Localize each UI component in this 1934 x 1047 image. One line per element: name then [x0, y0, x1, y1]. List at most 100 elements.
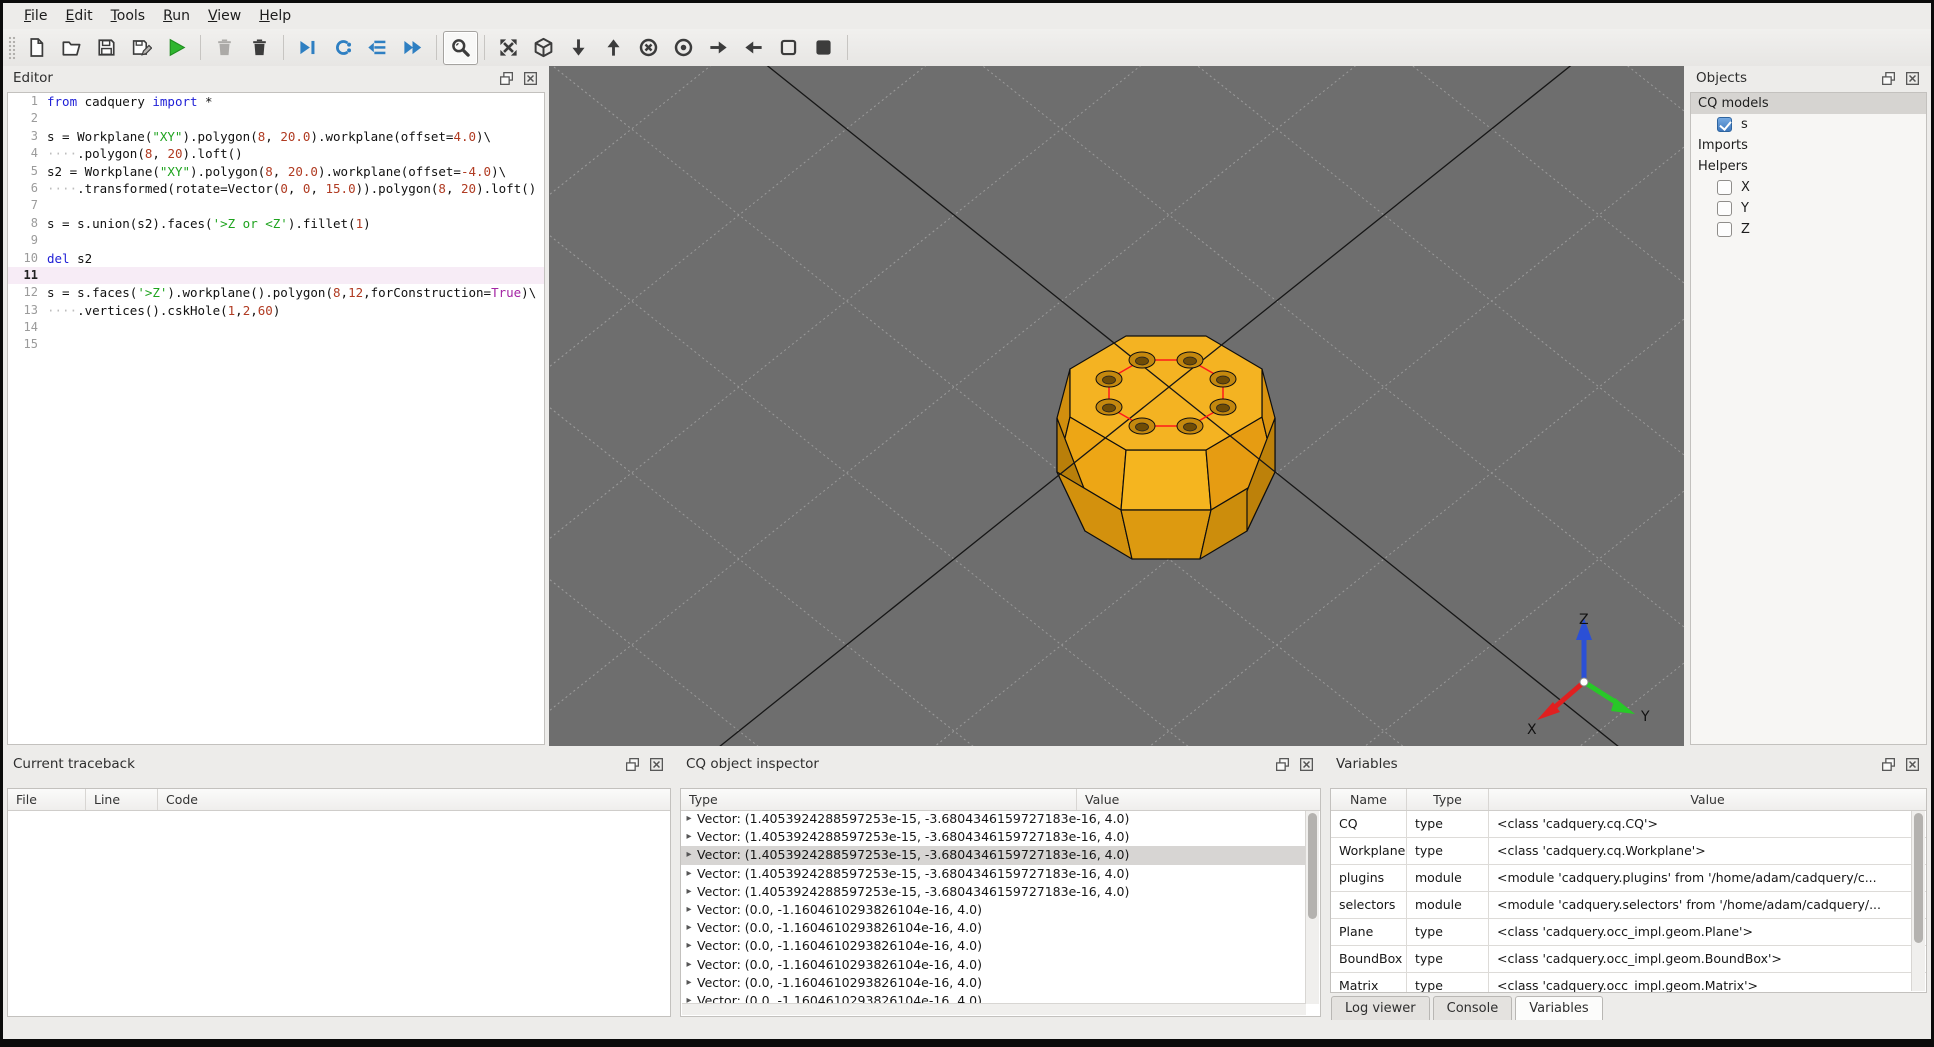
column-header-value[interactable]: Value	[1077, 789, 1320, 810]
variables-close-button[interactable]	[1904, 756, 1921, 773]
objects-group-helpers[interactable]: Helpers	[1691, 156, 1926, 177]
inspector-row[interactable]: ▸ Vector: (1.4053924288597253e-15, -3.680…	[681, 883, 1306, 901]
inspector-vertical-scrollbar[interactable]	[1305, 811, 1319, 1004]
variable-row-plane[interactable]: Plane type <class 'cadquery.occ_impl.geom.…	[1331, 919, 1926, 946]
variable-row-plugins[interactable]: plugins module <module 'cadquery.plugins' …	[1331, 865, 1926, 892]
visibility-checkbox[interactable]	[1717, 180, 1732, 195]
3d-viewport[interactable]: Z X Y	[549, 66, 1684, 746]
inspector-row[interactable]: ▸ Vector: (1.4053924288597253e-15, -3.680…	[681, 810, 1306, 828]
inspector-row[interactable]: ▸ Vector: (1.4053924288597253e-15, -3.680…	[681, 846, 1306, 865]
toolbar-button-save[interactable]	[89, 31, 124, 65]
traceback-close-button[interactable]	[648, 756, 665, 773]
column-header-type[interactable]: Type	[681, 789, 1077, 810]
toolbar-button-screenshot[interactable]	[443, 30, 478, 65]
objects-group-cq-models[interactable]: CQ models	[1691, 93, 1926, 114]
square-filled-icon	[816, 40, 831, 55]
toolbar-button-debug-continue[interactable]	[395, 31, 430, 65]
expand-arrow-icon[interactable]: ▸	[681, 956, 697, 974]
expand-arrow-icon[interactable]: ▸	[681, 974, 697, 992]
toolbar-button-debug-return[interactable]	[360, 31, 395, 65]
inspector-row[interactable]: ▸ Vector: (0.0, -1.1604610293826104e-16, …	[681, 956, 1306, 974]
toolbar-button-back-view[interactable]	[666, 31, 701, 65]
tab-variables[interactable]: Variables	[1515, 996, 1603, 1023]
variables-vertical-scrollbar[interactable]	[1911, 811, 1925, 991]
cad-model-solid[interactable]	[1056, 335, 1276, 560]
expand-arrow-icon[interactable]: ▸	[681, 937, 697, 955]
menu-file[interactable]: File	[15, 5, 56, 27]
column-header-code[interactable]: Code	[158, 789, 670, 810]
objects-group-imports[interactable]: Imports	[1691, 135, 1926, 156]
code-text: s = s.union(s2).faces('>Z or <Z').fillet…	[47, 215, 371, 231]
variables-float-button[interactable]	[1880, 756, 1897, 773]
toolbar-button-save-as[interactable]	[124, 31, 159, 65]
new-file-icon	[30, 38, 44, 57]
column-header-type[interactable]: Type	[1407, 789, 1489, 810]
inspector-float-button[interactable]	[1274, 756, 1291, 773]
code-editor[interactable]: 1 from cadquery import * 2 3 s = Workplane("…	[7, 92, 545, 745]
traceback-float-button[interactable]	[624, 756, 641, 773]
column-header-file[interactable]: File	[8, 789, 86, 810]
inspector-horizontal-scrollbar[interactable]	[682, 1003, 1306, 1015]
tab-log-viewer[interactable]: Log viewer	[1331, 996, 1430, 1023]
toolbar-button-left-view[interactable]	[701, 31, 736, 65]
toolbar-button-iso-view[interactable]	[526, 31, 561, 65]
column-header-name[interactable]: Name	[1331, 789, 1407, 810]
expand-arrow-icon[interactable]: ▸	[681, 865, 697, 883]
variable-row-workplane[interactable]: Workplane type <class 'cadquery.cq.Workpla…	[1331, 838, 1926, 865]
expand-arrow-icon[interactable]: ▸	[681, 919, 697, 937]
toolbar-button-right-view[interactable]	[736, 31, 771, 65]
column-header-line[interactable]: Line	[86, 789, 158, 810]
inspector-row[interactable]: ▸ Vector: (0.0, -1.1604610293826104e-16, …	[681, 919, 1306, 937]
objects-item-s[interactable]: s	[1691, 114, 1926, 135]
toolbar-button-debug-step-in[interactable]	[325, 31, 360, 65]
toolbar-button-bottom-view[interactable]	[596, 31, 631, 65]
toolbar-button-debug-step[interactable]	[290, 31, 325, 65]
toolbar-button-render[interactable]	[159, 31, 194, 65]
inspector-row[interactable]: ▸ Vector: (0.0, -1.1604610293826104e-16, …	[681, 974, 1306, 992]
menu-help[interactable]: Help	[250, 5, 300, 27]
variable-row-cq[interactable]: CQ type <class 'cadquery.cq.CQ'>	[1331, 811, 1926, 838]
toolbar-drag-handle[interactable]	[8, 35, 16, 60]
objects-item-y[interactable]: Y	[1691, 198, 1926, 219]
variable-row-matrix[interactable]: Matrix type <class 'cadquery.occ_impl.geom…	[1331, 973, 1926, 992]
toolbar-button-top-view[interactable]	[561, 31, 596, 65]
toolbar-button-new-script[interactable]	[19, 31, 54, 65]
expand-arrow-icon[interactable]: ▸	[681, 883, 697, 901]
inspector-close-button[interactable]	[1298, 756, 1315, 773]
variable-row-boundbox[interactable]: BoundBox type <class 'cadquery.occ_impl.ge…	[1331, 946, 1926, 973]
objects-item-x[interactable]: X	[1691, 177, 1926, 198]
toolbar-button-front-view[interactable]	[631, 31, 666, 65]
menu-run[interactable]: Run	[154, 5, 199, 27]
menu-edit[interactable]: Edit	[56, 5, 101, 27]
toolbar-button-clear-traces[interactable]	[207, 31, 242, 65]
toolbar-button-open[interactable]	[54, 31, 89, 65]
menu-view[interactable]: View	[199, 5, 250, 27]
variable-row-selectors[interactable]: selectors module <module 'cadquery.selecto…	[1331, 892, 1926, 919]
tab-console[interactable]: Console	[1432, 996, 1513, 1023]
toolbar-button-shaded-mode[interactable]	[806, 31, 841, 65]
inspector-row[interactable]: ▸ Vector: (0.0, -1.1604610293826104e-16, …	[681, 937, 1306, 955]
toolbar-button-wireframe-mode[interactable]	[771, 31, 806, 65]
visibility-checkbox[interactable]	[1717, 117, 1732, 132]
editor-close-button[interactable]	[522, 70, 539, 87]
objects-close-button[interactable]	[1904, 70, 1921, 87]
visibility-checkbox[interactable]	[1717, 222, 1732, 237]
editor-float-button[interactable]	[498, 70, 515, 87]
expand-arrow-icon[interactable]: ▸	[681, 901, 697, 919]
expand-arrow-icon[interactable]: ▸	[681, 846, 697, 864]
toolbar-button-fit-view[interactable]	[491, 31, 526, 65]
inspector-row[interactable]: ▸ Vector: (0.0, -1.1604610293826104e-16, …	[681, 901, 1306, 919]
model-face	[1069, 335, 1263, 451]
expand-arrow-icon[interactable]: ▸	[681, 810, 697, 828]
toolbar-button-delete-trace[interactable]	[242, 31, 277, 65]
inspector-row[interactable]: ▸ Vector: (1.4053924288597253e-15, -3.680…	[681, 828, 1306, 846]
menu-tools[interactable]: Tools	[102, 5, 155, 27]
column-header-value[interactable]: Value	[1489, 789, 1926, 810]
inspector-scrollbar-thumb[interactable]	[1308, 813, 1317, 920]
objects-item-z[interactable]: Z	[1691, 219, 1926, 240]
visibility-checkbox[interactable]	[1717, 201, 1732, 216]
expand-arrow-icon[interactable]: ▸	[681, 828, 697, 846]
variables-scrollbar-thumb[interactable]	[1914, 813, 1923, 943]
objects-float-button[interactable]	[1880, 70, 1897, 87]
inspector-row[interactable]: ▸ Vector: (1.4053924288597253e-15, -3.680…	[681, 865, 1306, 883]
